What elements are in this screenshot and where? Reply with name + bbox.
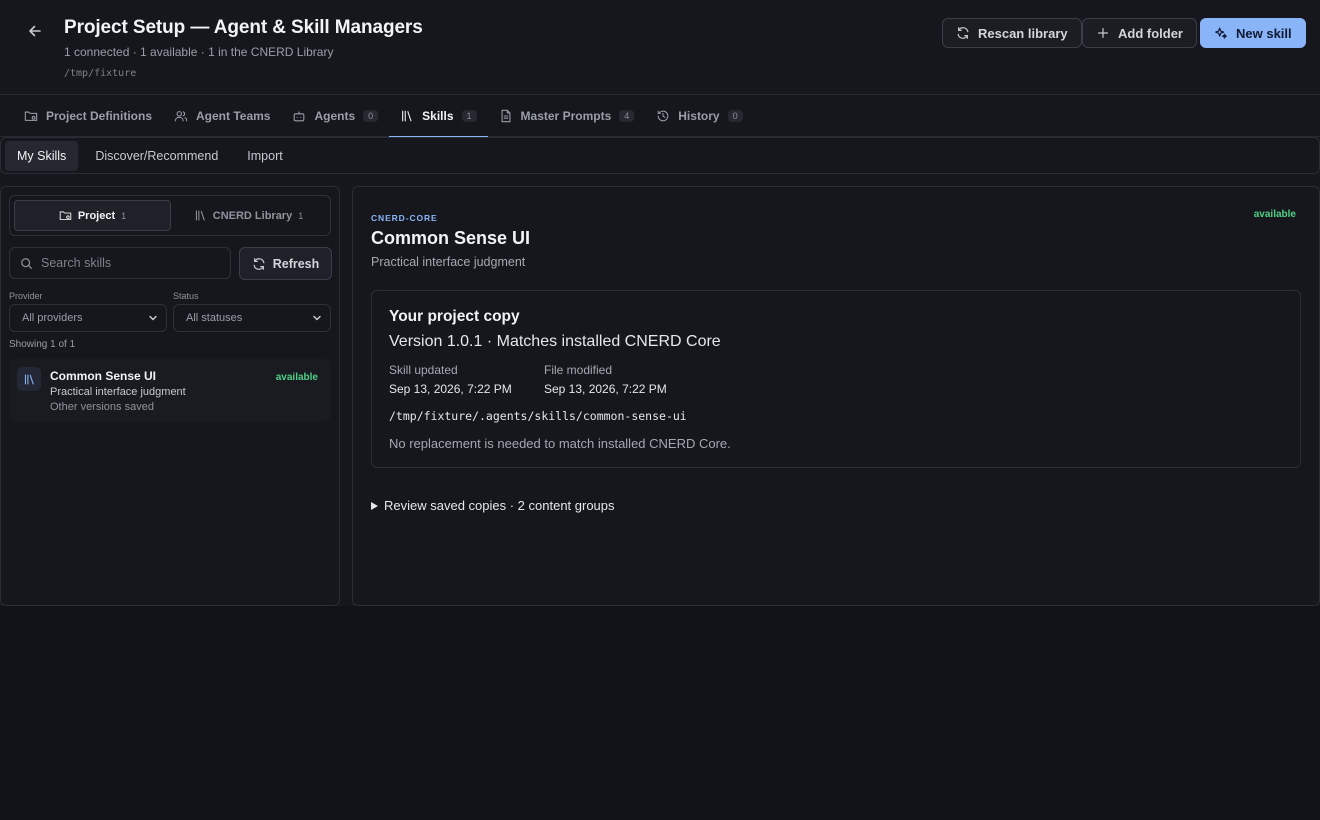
status-badge: available <box>275 372 318 383</box>
plus-icon <box>1098 28 1108 38</box>
page-title: Project Setup — Agent & Skill Managers <box>64 17 423 38</box>
library-icon <box>402 110 412 122</box>
refresh-icon <box>253 257 265 270</box>
file-modified-label: File modified <box>544 363 613 377</box>
tab-agents[interactable]: Agents 0 <box>281 95 389 137</box>
replacement-note: No replacement is needed to match instal… <box>389 436 731 451</box>
segment-label: CNERD Library <box>212 209 293 222</box>
tab-skills[interactable]: Skills 1 <box>389 95 488 138</box>
review-saved-copies-toggle[interactable]: Review saved copies · 2 content groups <box>371 498 615 513</box>
skill-updated-value: Sep 13, 2026, 7:22 PM <box>389 382 512 396</box>
add-folder-button[interactable]: Add folder <box>1082 18 1197 48</box>
skill-description: Practical interface judgment <box>50 386 186 398</box>
new-skill-label: New skill <box>1236 25 1292 41</box>
rescan-library-button[interactable]: Rescan library <box>942 18 1082 48</box>
skill-note: Other versions saved <box>50 401 154 413</box>
tab-history[interactable]: History 0 <box>645 95 753 137</box>
search-field <box>9 247 231 279</box>
provider-value: All providers <box>22 312 83 324</box>
document-icon <box>501 109 511 123</box>
skills-list-panel: Project 1 CNERD Library 1 Refresh Provid… <box>0 186 340 606</box>
skill-icon <box>17 367 41 391</box>
disclosure-triangle-icon <box>371 501 378 510</box>
card-title: Your project copy <box>389 308 520 325</box>
refresh-icon <box>957 27 969 39</box>
tab-label: Agent Teams <box>196 109 271 123</box>
back-button[interactable] <box>24 20 46 42</box>
segment-count: 1 <box>298 210 304 221</box>
tab-label: Project Definitions <box>46 109 153 123</box>
project-path: /tmp/fixture <box>64 68 137 79</box>
status-badge: available <box>1253 209 1296 220</box>
new-skill-button[interactable]: New skill <box>1200 18 1306 48</box>
chevron-down-icon <box>149 315 157 321</box>
bot-icon <box>294 111 305 122</box>
status-label: Status <box>173 291 199 301</box>
tab-project-definitions[interactable]: Project Definitions <box>13 95 163 137</box>
library-icon <box>195 210 205 221</box>
subtab-discover-recommend[interactable]: Discover/Recommend <box>83 141 230 171</box>
status-value: All statuses <box>186 312 243 324</box>
folder-settings-icon <box>59 211 72 221</box>
search-input[interactable] <box>41 256 211 270</box>
arrow-left-icon <box>29 25 41 37</box>
tab-label: Agents <box>314 109 356 123</box>
provider-tag: CNERD-CORE <box>371 213 438 223</box>
refresh-button[interactable]: Refresh <box>239 247 332 280</box>
review-label: Review saved copies · 2 content groups <box>384 498 615 513</box>
users-icon <box>174 111 188 122</box>
skill-detail-panel: CNERD-CORE available Common Sense UI Pra… <box>352 186 1320 606</box>
file-modified-value: Sep 13, 2026, 7:22 PM <box>544 382 667 396</box>
rescan-library-label: Rescan library <box>978 25 1068 41</box>
version-text: Version 1.0.1 · Matches installed CNERD … <box>389 333 721 350</box>
add-folder-label: Add folder <box>1118 25 1183 41</box>
segment-label: Project <box>77 209 116 222</box>
refresh-label: Refresh <box>272 256 320 271</box>
subtab-import[interactable]: Import <box>235 141 294 171</box>
tab-count: 4 <box>619 110 635 122</box>
main-tabs: Project Definitions Agent Teams Agents 0… <box>0 95 1320 138</box>
tab-label: Master Prompts <box>520 109 612 123</box>
provider-label: Provider <box>9 291 43 301</box>
skill-title: Common Sense UI <box>371 228 531 248</box>
subtab-my-skills[interactable]: My Skills <box>5 140 79 171</box>
project-copy-card: Your project copy Version 1.0.1 · Matche… <box>371 290 1301 468</box>
skill-title: Common Sense UI <box>50 369 157 383</box>
list-item[interactable]: Common Sense UI Practical interface judg… <box>9 359 331 421</box>
sub-tabs: My Skills Discover/Recommend Import <box>0 137 1320 174</box>
tab-count: 0 <box>363 110 379 122</box>
results-count: Showing 1 of 1 <box>9 339 76 350</box>
skill-updated-label: Skill updated <box>389 363 458 377</box>
chevron-down-icon <box>313 315 321 321</box>
folder-settings-icon <box>24 111 38 121</box>
library-icon <box>24 374 34 384</box>
status-select[interactable]: All statuses <box>173 304 331 332</box>
provider-select[interactable]: All providers <box>9 304 167 332</box>
tab-count: 1 <box>461 110 477 122</box>
tab-label: Skills <box>422 109 454 123</box>
skill-description: Practical interface judgment <box>371 255 526 269</box>
search-icon <box>21 257 32 269</box>
page-subtitle: 1 connected · 1 available · 1 in the CNE… <box>64 45 334 59</box>
tab-label: History <box>678 109 720 123</box>
source-segmented-control: Project 1 CNERD Library 1 <box>9 195 331 236</box>
tab-count: 0 <box>727 110 743 122</box>
segment-count: 1 <box>121 210 127 221</box>
page-header: Project Setup — Agent & Skill Managers 1… <box>0 0 1320 95</box>
segment-cnerd-library[interactable]: CNERD Library 1 <box>171 200 326 231</box>
skill-path: /tmp/fixture/.agents/skills/common-sense… <box>389 409 687 423</box>
sparkles-icon <box>1215 27 1227 39</box>
segment-project[interactable]: Project 1 <box>14 200 171 231</box>
tab-master-prompts[interactable]: Master Prompts 4 <box>488 95 646 137</box>
history-icon <box>657 110 669 122</box>
tab-agent-teams[interactable]: Agent Teams <box>163 95 281 137</box>
